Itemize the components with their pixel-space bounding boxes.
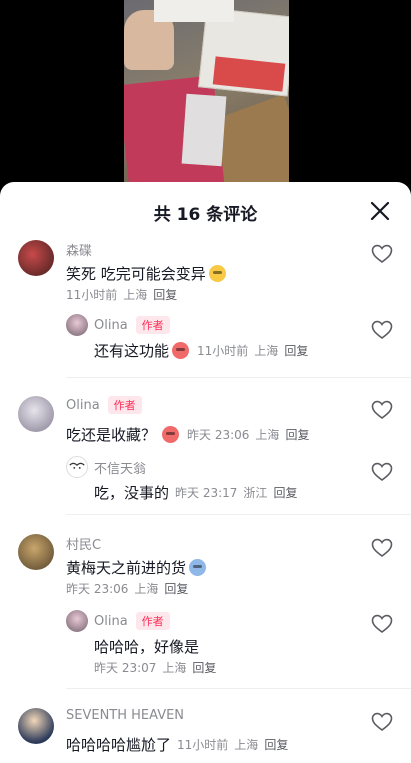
heart-outline-icon xyxy=(371,320,393,339)
comment-location: 上海 xyxy=(234,738,259,752)
reply-text[interactable]: 吃，没事的 xyxy=(94,482,169,503)
reply-time: 昨天 23:07 xyxy=(94,661,157,675)
reply-location: 上海 xyxy=(162,661,187,675)
close-button[interactable] xyxy=(369,200,391,222)
comments-sheet: 共 16 条评论 森碟 笑死 吃完可能会变异 11小时前 上海 回复 Olina 作者… xyxy=(0,182,411,763)
comment-text[interactable]: 黄梅天之前进的货 xyxy=(66,557,186,578)
author-badge: 作者 xyxy=(135,612,170,630)
avatar[interactable] xyxy=(18,534,54,570)
avatar[interactable] xyxy=(18,240,54,276)
comment-username[interactable]: 村民C xyxy=(66,534,101,553)
heart-outline-icon xyxy=(371,538,393,557)
video-frame xyxy=(124,0,289,200)
comment-text[interactable]: 吃还是收藏？ xyxy=(66,424,156,445)
reply-button[interactable]: 回复 xyxy=(264,738,288,752)
comment-text[interactable]: 笑死 吃完可能会变异 xyxy=(66,263,206,284)
avatar[interactable] xyxy=(18,396,54,432)
comment-time: 11小时前 xyxy=(177,738,229,752)
comment-username[interactable]: 森碟 xyxy=(66,240,92,259)
comment-location: 上海 xyxy=(134,582,159,596)
heart-outline-icon xyxy=(371,462,393,481)
reply-button[interactable]: 回复 xyxy=(164,582,188,596)
avatar[interactable] xyxy=(66,314,88,336)
avatar[interactable] xyxy=(18,708,54,744)
comment-text[interactable]: 哈哈哈哈尴尬了 xyxy=(66,734,171,755)
comment-location: 上海 xyxy=(255,428,280,442)
reply-username[interactable]: 不信天翁 xyxy=(94,458,146,477)
heart-outline-icon xyxy=(371,244,393,263)
reply-text[interactable]: 哈哈哈，好像是 xyxy=(94,636,199,657)
reply-button[interactable]: 回复 xyxy=(192,661,216,675)
like-button[interactable] xyxy=(371,538,393,558)
heart-outline-icon xyxy=(371,712,393,731)
reply-location: 上海 xyxy=(254,344,279,358)
like-button[interactable] xyxy=(371,400,393,420)
author-badge: 作者 xyxy=(135,316,170,334)
reply-time: 昨天 23:17 xyxy=(175,486,238,500)
emoji-icon xyxy=(189,559,207,576)
comment-time: 昨天 23:06 xyxy=(187,428,250,442)
reply-time: 11小时前 xyxy=(197,344,249,358)
comment-username[interactable]: Olina xyxy=(66,398,100,413)
divider xyxy=(66,377,411,378)
reply-location: 浙江 xyxy=(243,486,268,500)
reply-button[interactable]: 回复 xyxy=(284,344,308,358)
like-button[interactable] xyxy=(371,712,393,732)
like-button[interactable] xyxy=(371,320,393,340)
reply-button[interactable]: 回复 xyxy=(153,288,177,302)
author-badge: 作者 xyxy=(107,396,142,414)
comment-username[interactable]: SEVENTH HEAVEN xyxy=(66,708,184,723)
sheet-header: 共 16 条评论 xyxy=(0,182,411,240)
reply-username[interactable]: Olina xyxy=(94,614,128,629)
divider xyxy=(66,514,411,515)
reply-text[interactable]: 还有这功能 xyxy=(94,340,169,361)
avatar[interactable] xyxy=(66,610,88,632)
comment-time: 11小时前 xyxy=(66,288,118,302)
reply-username[interactable]: Olina xyxy=(94,318,128,333)
like-button[interactable] xyxy=(371,614,393,634)
comments-count-title: 共 16 条评论 xyxy=(153,205,258,225)
like-button[interactable] xyxy=(371,244,393,264)
close-icon xyxy=(370,201,390,221)
emoji-icon xyxy=(208,265,226,282)
comment-location: 上海 xyxy=(123,288,148,302)
sketch-avatar-icon xyxy=(69,462,85,469)
heart-outline-icon xyxy=(371,400,393,419)
reply-button[interactable]: 回复 xyxy=(273,486,297,500)
avatar[interactable] xyxy=(66,456,88,478)
comment-time: 昨天 23:06 xyxy=(66,582,129,596)
emoji-icon xyxy=(162,426,180,443)
like-button[interactable] xyxy=(371,462,393,482)
divider xyxy=(66,688,411,689)
reply-button[interactable]: 回复 xyxy=(285,428,309,442)
video-background xyxy=(0,0,411,200)
emoji-icon xyxy=(172,342,190,359)
heart-outline-icon xyxy=(371,614,393,633)
